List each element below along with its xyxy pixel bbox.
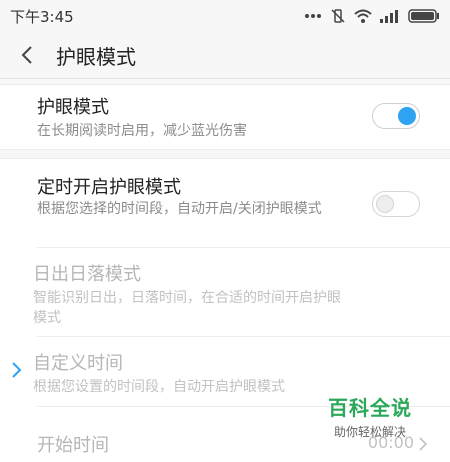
watermark-logo: 百科全说 助你轻松解决 <box>328 392 412 440</box>
watermark-sub: 助你轻松解决 <box>333 425 406 439</box>
status-time: 下午3:45 <box>10 7 74 26</box>
wifi-icon <box>354 9 372 23</box>
toggle-knob <box>376 195 394 213</box>
selected-chevron-icon <box>12 362 22 378</box>
eye-mode-row[interactable]: 护眼模式 在长期阅读时启用，减少蓝光伤害 <box>0 85 450 149</box>
back-chevron-icon[interactable] <box>18 45 38 65</box>
more-dots-icon <box>305 14 321 18</box>
schedule-row[interactable]: 定时开启护眼模式 根据您选择的时间段，自动开启/关闭护眼模式 <box>0 159 450 247</box>
custom-time-desc: 根据您设置的时间段，自动开启护眼模式 <box>33 379 285 395</box>
eye-mode-toggle[interactable] <box>372 103 420 129</box>
custom-time-title: 自定义时间 <box>33 353 123 374</box>
eye-mode-title: 护眼模式 <box>37 97 109 118</box>
sunset-mode-desc: 智能识别日出，日落时间，在合适的时间开启护眼模式 <box>33 290 341 326</box>
battery-icon <box>408 9 439 23</box>
watermark-brand: 百科全说 <box>328 396 412 420</box>
signal-icon <box>380 10 398 23</box>
schedule-toggle[interactable] <box>372 191 420 217</box>
toggle-knob <box>398 107 416 125</box>
eye-mode-section: 护眼模式 在长期阅读时启用，减少蓝光伤害 <box>0 84 450 150</box>
vibrate-off-icon <box>331 9 345 23</box>
schedule-title: 定时开启护眼模式 <box>37 177 181 198</box>
start-time-title: 开始时间 <box>37 435 109 456</box>
chevron-right-icon <box>419 437 428 451</box>
eye-mode-desc: 在长期阅读时启用，减少蓝光伤害 <box>37 123 247 139</box>
status-icons <box>304 8 440 24</box>
schedule-desc: 根据您选择的时间段，自动开启/关闭护眼模式 <box>37 201 322 217</box>
page-title: 护眼模式 <box>56 44 136 69</box>
app-bar: 护眼模式 <box>0 32 450 79</box>
status-bar: 下午3:45 <box>0 0 450 32</box>
sunset-mode-title: 日出日落模式 <box>33 264 141 285</box>
sunset-mode-row[interactable]: 日出日落模式 智能识别日出，日落时间，在合适的时间开启护眼模式 <box>0 248 450 336</box>
